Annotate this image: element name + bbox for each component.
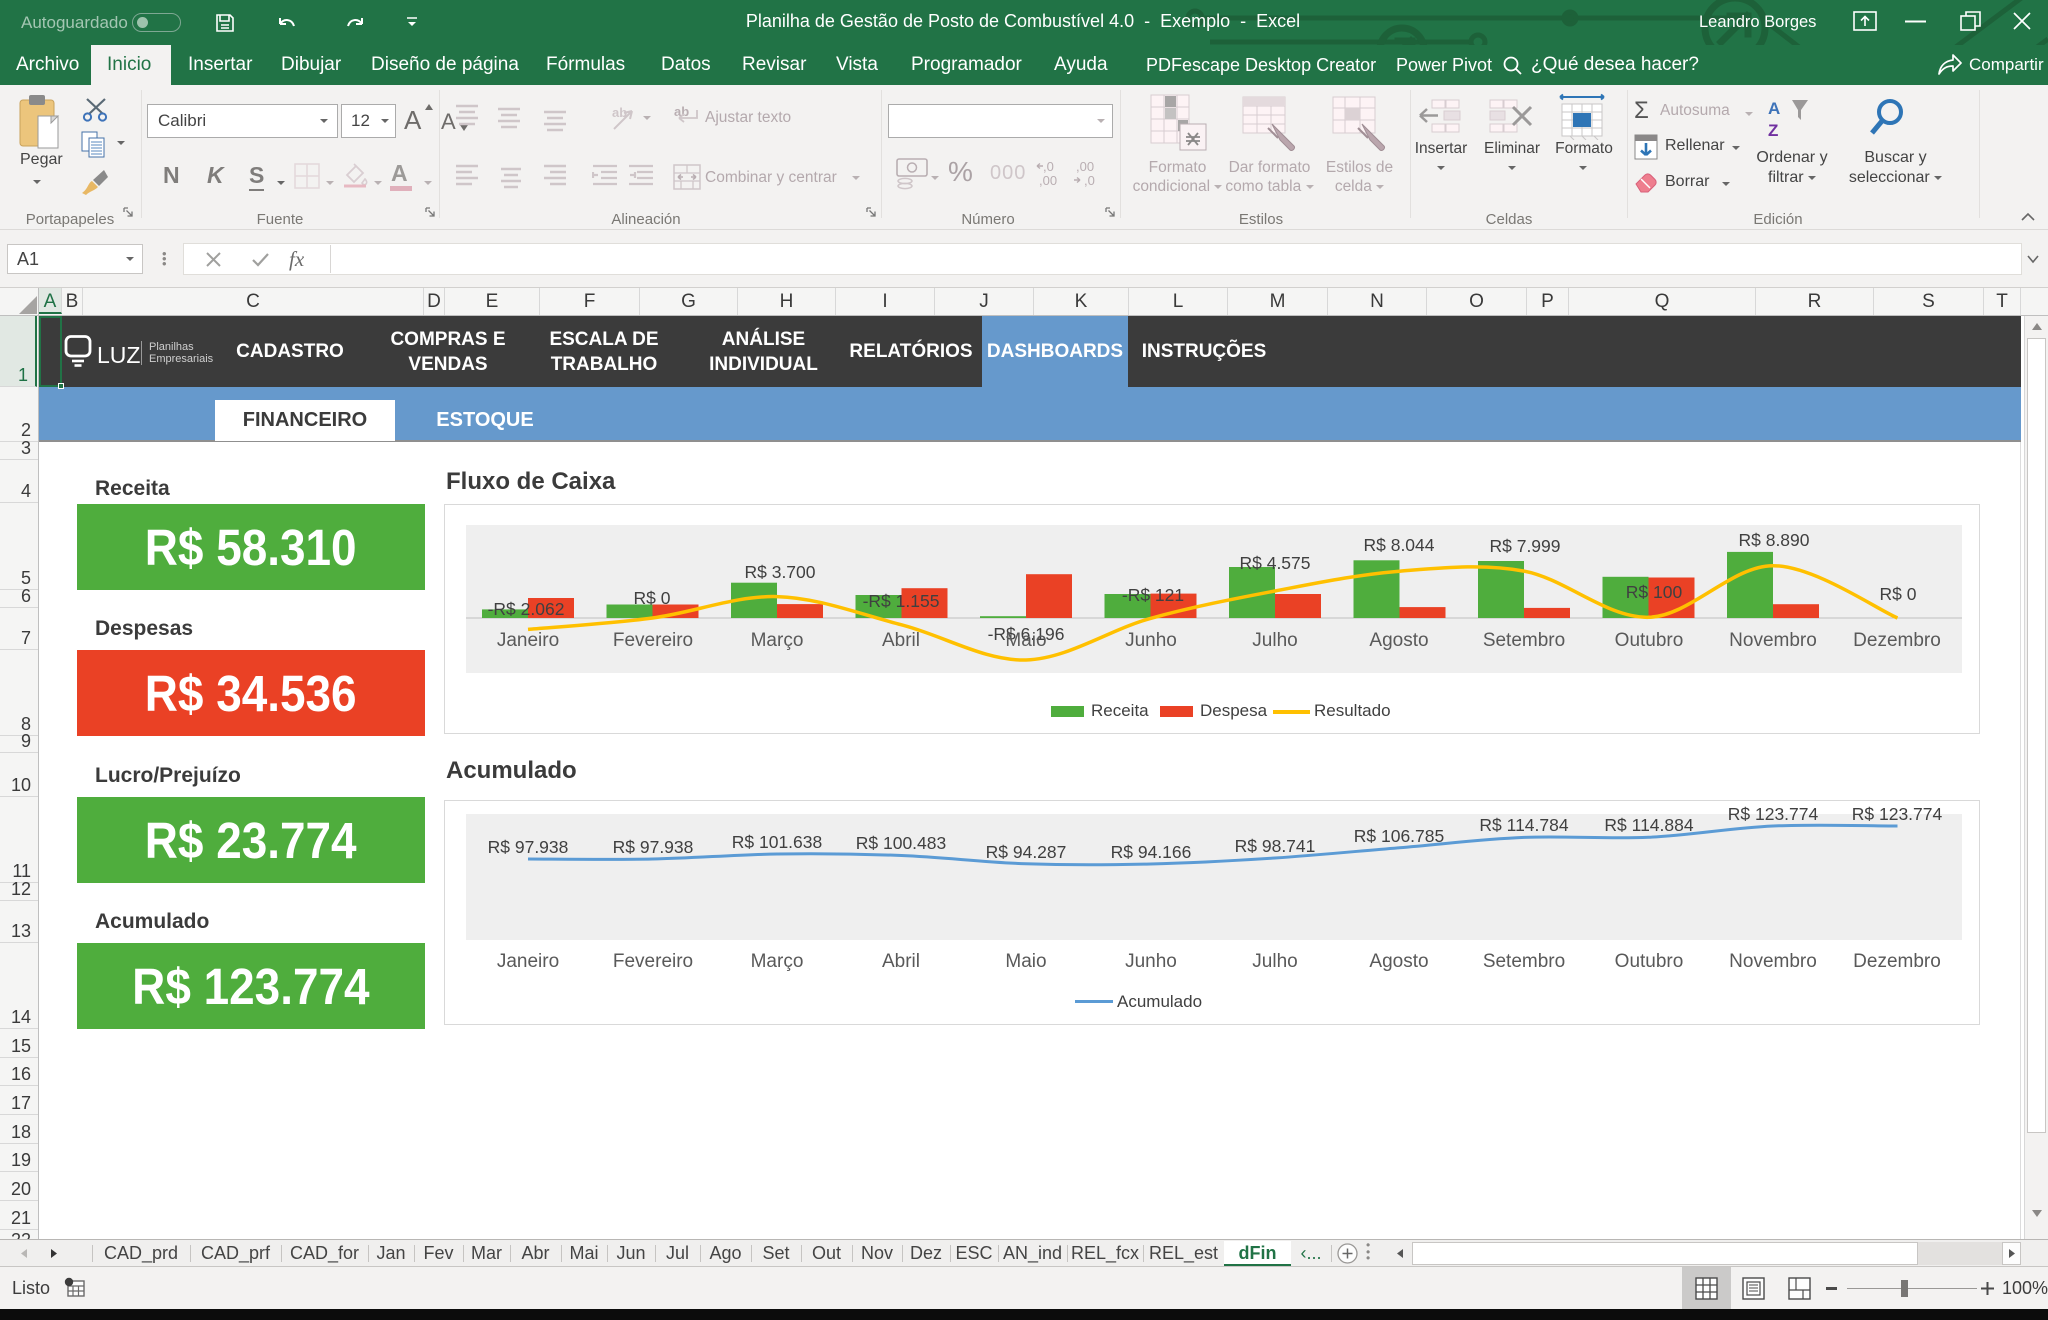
svg-text:,00: ,00: [1076, 159, 1094, 174]
svg-text:,00: ,00: [1039, 173, 1057, 188]
svg-text:A: A: [1768, 99, 1780, 118]
svg-text:,0: ,0: [1043, 159, 1054, 174]
svg-text:ab: ab: [612, 105, 627, 120]
svg-text:Z: Z: [1768, 121, 1778, 140]
svg-text:,0: ,0: [1084, 173, 1095, 188]
